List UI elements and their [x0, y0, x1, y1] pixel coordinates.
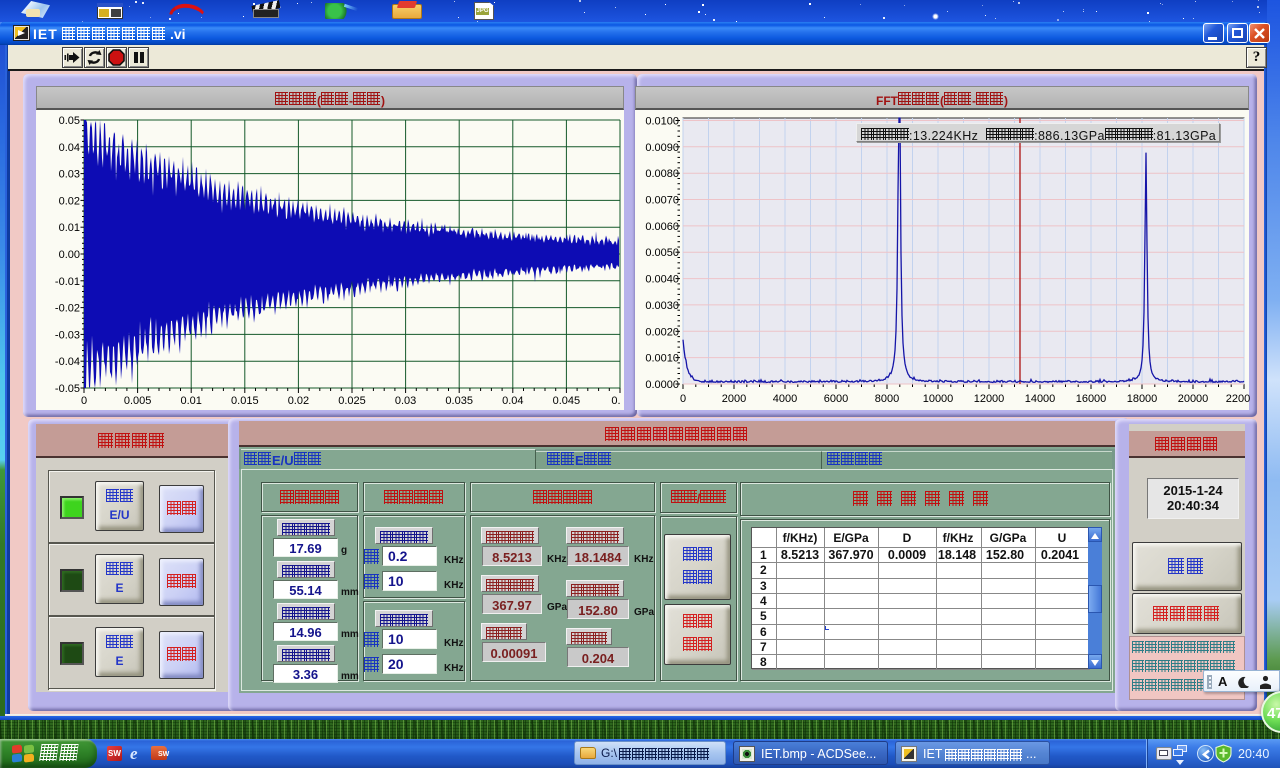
svg-text:0.0010: 0.0010 [645, 353, 679, 365]
svg-text:0.0100: 0.0100 [645, 116, 679, 128]
svg-text:0.01: 0.01 [59, 222, 80, 234]
svg-text:4000: 4000 [773, 393, 797, 405]
svg-text:12000: 12000 [974, 393, 1005, 405]
svg-text:6000: 6000 [824, 393, 848, 405]
svg-text:0.02: 0.02 [59, 195, 80, 207]
svg-text:0.01: 0.01 [180, 395, 201, 407]
svg-text:14000: 14000 [1025, 393, 1056, 405]
svg-text:0.0060: 0.0060 [645, 221, 679, 233]
svg-text:0.03: 0.03 [395, 395, 416, 407]
svg-text:0.0050: 0.0050 [645, 247, 679, 259]
svg-text:-0.01: -0.01 [55, 276, 80, 288]
svg-text:0.04: 0.04 [502, 395, 523, 407]
svg-text:2200: 2200 [1226, 393, 1250, 405]
svg-text:0.0090: 0.0090 [645, 142, 679, 154]
svg-text:0: 0 [81, 395, 87, 407]
svg-text:0.015: 0.015 [231, 395, 259, 407]
svg-text:0.: 0. [611, 395, 620, 407]
svg-text:18000: 18000 [1127, 393, 1158, 405]
svg-text:0.0020: 0.0020 [645, 326, 679, 338]
svg-text:0.0040: 0.0040 [645, 274, 679, 286]
svg-text:0.03: 0.03 [59, 169, 80, 181]
svg-text:0.045: 0.045 [553, 395, 581, 407]
svg-text:0.0070: 0.0070 [645, 195, 679, 207]
svg-text:-0.04: -0.04 [55, 356, 80, 368]
svg-text:-0.05: -0.05 [55, 383, 80, 395]
svg-text:0.025: 0.025 [338, 395, 366, 407]
svg-text:16000: 16000 [1076, 393, 1107, 405]
svg-text:0.05: 0.05 [59, 115, 80, 127]
svg-text:0: 0 [680, 393, 686, 405]
svg-text:0.035: 0.035 [445, 395, 473, 407]
svg-text:0.0030: 0.0030 [645, 300, 679, 312]
svg-text:0.0080: 0.0080 [645, 168, 679, 180]
svg-text:-0.02: -0.02 [55, 303, 80, 315]
svg-text:10000: 10000 [923, 393, 954, 405]
svg-text:0.0000: 0.0000 [645, 379, 679, 391]
svg-text:0.00: 0.00 [59, 249, 80, 261]
svg-text:2000: 2000 [722, 393, 746, 405]
svg-text:0.005: 0.005 [124, 395, 152, 407]
svg-text:0.02: 0.02 [288, 395, 309, 407]
svg-text:8000: 8000 [875, 393, 899, 405]
svg-text:-0.03: -0.03 [55, 329, 80, 341]
svg-text:0.04: 0.04 [59, 142, 80, 154]
svg-text:20000: 20000 [1178, 393, 1209, 405]
